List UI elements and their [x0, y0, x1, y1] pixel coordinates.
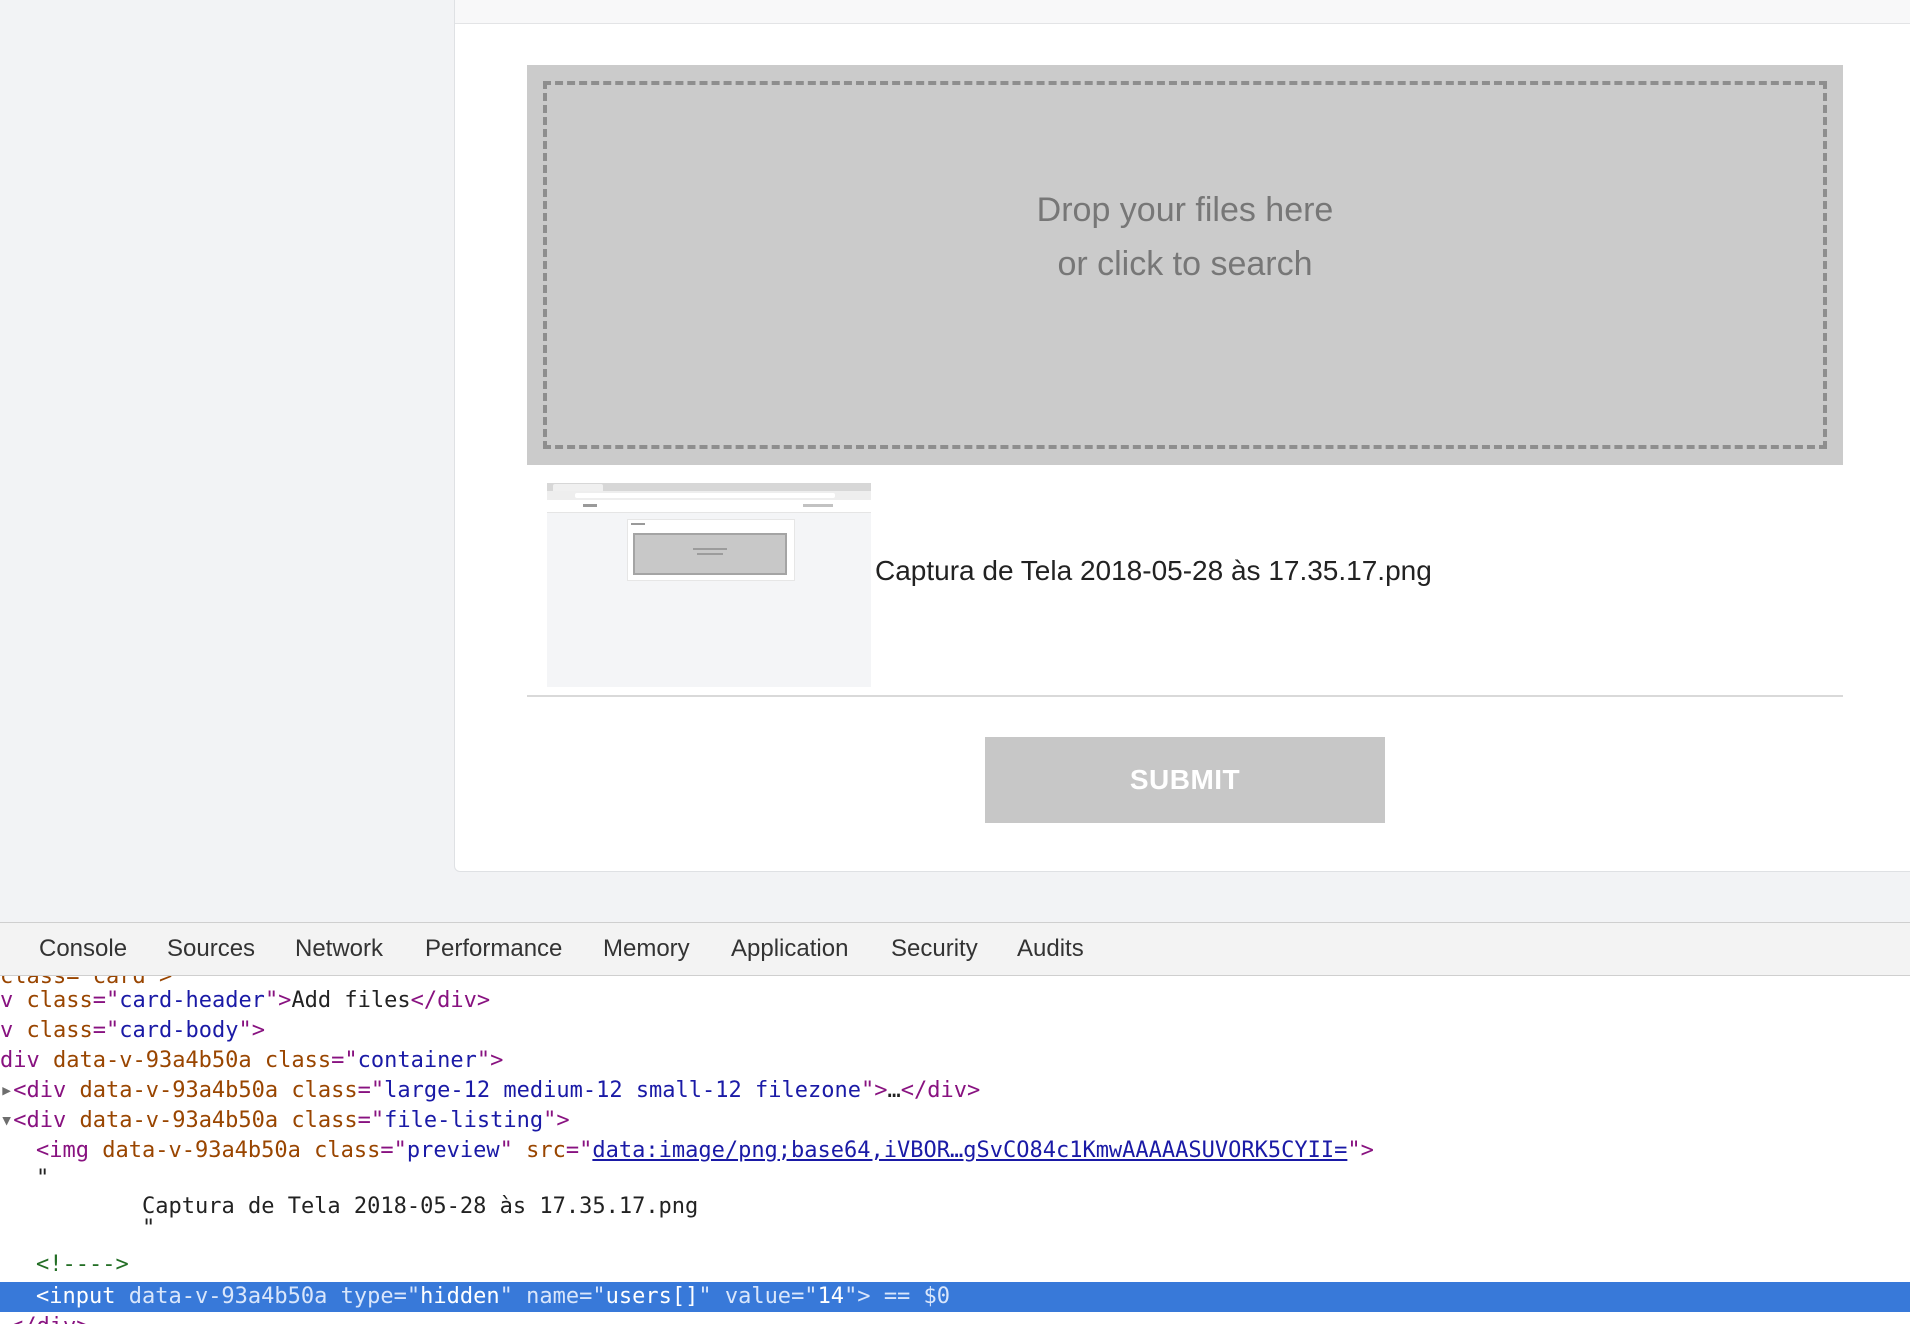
page-area: Drop your files here or click to search … — [0, 0, 1910, 922]
code-line-comment[interactable]: <!----> — [36, 1250, 129, 1280]
expand-triangle-icon[interactable]: ▸ — [0, 1078, 13, 1103]
elements-tree: class="card"> v class="card-header">Add … — [0, 976, 1910, 1324]
upload-card: Drop your files here or click to search … — [454, 0, 1910, 872]
file-listing: Captura de Tela 2018-05-28 às 17.35.17.p… — [547, 483, 1847, 687]
code-line-text-node[interactable]: Captura de Tela 2018-05-28 às 17.35.17.p… — [142, 1192, 698, 1222]
code-line[interactable]: ▾<div data-v-93a4b50a class="file-listin… — [0, 1106, 570, 1136]
file-preview-thumbnail — [547, 483, 871, 687]
tab-memory[interactable]: Memory — [603, 923, 690, 975]
code-line[interactable]: div data-v-93a4b50a class="container"> — [0, 1046, 503, 1076]
devtools-panel: Console Sources Network Performance Memo… — [0, 922, 1910, 1324]
tab-application[interactable]: Application — [731, 923, 848, 975]
code-line[interactable]: v class="card-header">Add files</div> — [0, 986, 490, 1016]
dropzone-line-1: Drop your files here — [1036, 191, 1334, 229]
selected-code-line[interactable]: <input data-v-93a4b50a type="hidden" nam… — [0, 1282, 1910, 1312]
code-line[interactable]: <img data-v-93a4b50a class="preview" src… — [36, 1136, 1374, 1166]
collapse-triangle-icon[interactable]: ▾ — [0, 1108, 13, 1133]
submit-button[interactable]: SUBMIT — [985, 737, 1385, 823]
tab-audits[interactable]: Audits — [1017, 923, 1084, 975]
tab-security[interactable]: Security — [891, 923, 978, 975]
code-line[interactable]: " — [36, 1164, 49, 1194]
image-src-link[interactable]: data:image/png;base64,iVBOR…gSvCO84c1Kmw… — [592, 1138, 1347, 1163]
tab-console[interactable]: Console — [39, 923, 127, 975]
dropzone-line-2: or click to search — [1057, 245, 1313, 283]
tab-performance[interactable]: Performance — [425, 923, 562, 975]
devtools-tab-bar: Console Sources Network Performance Memo… — [0, 922, 1910, 976]
divider — [527, 695, 1843, 697]
file-dropzone[interactable]: Drop your files here or click to search — [527, 65, 1843, 465]
tab-sources[interactable]: Sources — [167, 923, 255, 975]
tab-network[interactable]: Network — [295, 923, 383, 975]
code-line[interactable]: v class="card-body"> — [0, 1016, 265, 1046]
code-line[interactable]: " — [142, 1214, 155, 1244]
code-line[interactable]: </div> — [10, 1312, 89, 1324]
card-header — [455, 0, 1910, 24]
dropzone-text: Drop your files here or click to search — [527, 183, 1843, 291]
code-line[interactable]: ▸<div data-v-93a4b50a class="large-12 me… — [0, 1076, 980, 1106]
file-name: Captura de Tela 2018-05-28 às 17.35.17.p… — [875, 555, 1432, 586]
